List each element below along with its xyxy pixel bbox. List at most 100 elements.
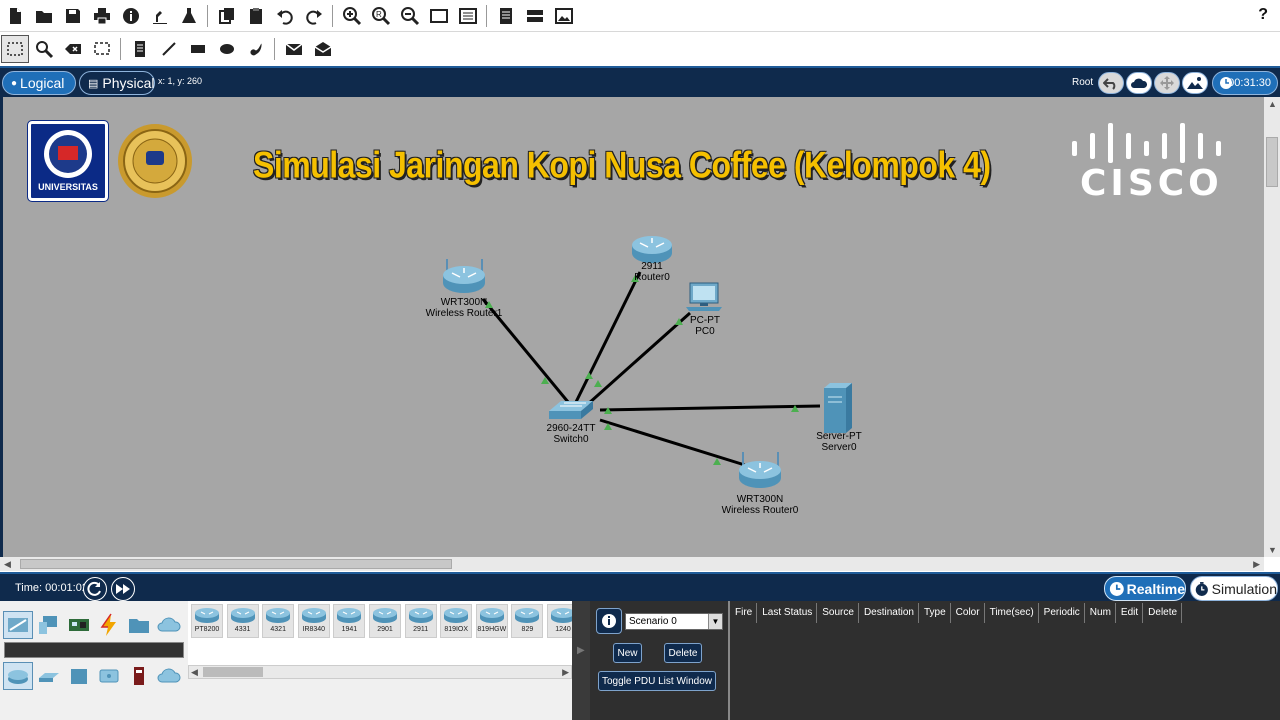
chevron-down-icon[interactable]: ▼ — [708, 614, 722, 629]
routers-subcategory[interactable] — [3, 662, 33, 690]
background-image-button[interactable] — [1182, 72, 1208, 94]
copy-icon[interactable] — [213, 2, 241, 30]
hubs-subcategory[interactable] — [64, 662, 94, 690]
scroll-left-icon[interactable]: ◀ — [191, 667, 198, 678]
device-rack-icon[interactable] — [521, 2, 549, 30]
window-icon[interactable] — [425, 2, 453, 30]
select-tool-icon[interactable] — [1, 35, 29, 63]
tab-physical[interactable]: ▤ Physical — [79, 71, 155, 95]
print-icon[interactable] — [88, 2, 116, 30]
complex-pdu-icon[interactable] — [309, 35, 337, 63]
wireless-router1-device[interactable] — [443, 259, 485, 293]
device-model-item[interactable]: 819IOX — [440, 604, 473, 638]
device-list-scrollbar[interactable]: ◀ ▶ — [188, 665, 572, 679]
scroll-left-icon[interactable]: ◀ — [4, 559, 11, 570]
network-devices-category[interactable] — [3, 611, 33, 639]
tab-logical[interactable]: ● Logical — [2, 71, 76, 95]
logical-workspace[interactable]: UNIVERSITAS Simulasi Jaringan Kopi Nusa … — [0, 97, 1264, 557]
draw-ellipse-icon[interactable] — [213, 35, 241, 63]
device-list-scroll-thumb[interactable] — [203, 667, 263, 677]
pdu-column-header[interactable]: Time(sec) — [985, 603, 1039, 623]
scenario-info-button[interactable] — [596, 608, 622, 634]
link-switch-wireless-router0[interactable] — [599, 418, 749, 468]
device-model-item[interactable]: 819HGW — [475, 604, 508, 638]
back-button[interactable] — [1098, 72, 1124, 94]
connections-category[interactable] — [94, 611, 124, 639]
end-devices-category[interactable] — [34, 611, 64, 639]
zoom-out-icon[interactable] — [396, 2, 424, 30]
scroll-down-icon[interactable]: ▼ — [1268, 545, 1277, 555]
realtime-mode-button[interactable]: Realtime — [1104, 576, 1186, 601]
link-switch-pc0[interactable] — [587, 311, 691, 406]
horizontal-scroll-thumb[interactable] — [20, 559, 452, 569]
components-category[interactable] — [64, 611, 94, 639]
server0-device[interactable] — [824, 383, 852, 433]
collapse-arrow-icon[interactable]: ▶ — [577, 645, 585, 656]
paste-icon[interactable] — [242, 2, 270, 30]
link-switch-server0[interactable] — [599, 404, 821, 412]
delete-tool-icon[interactable] — [59, 35, 87, 63]
device-model-item[interactable]: 1240 — [547, 604, 572, 638]
device-model-item[interactable]: IR8340 — [297, 604, 330, 638]
open-folder-icon[interactable] — [30, 2, 58, 30]
save-icon[interactable] — [59, 2, 87, 30]
link-switch-router0[interactable] — [574, 271, 642, 403]
device-model-item[interactable]: 829 — [511, 604, 544, 638]
scroll-up-icon[interactable]: ▲ — [1268, 99, 1277, 109]
wan-emulation-subcategory[interactable] — [154, 662, 184, 690]
pdu-column-header[interactable]: Last Status — [757, 603, 818, 623]
draw-line-icon[interactable] — [155, 35, 183, 63]
pdu-column-header[interactable]: Source — [817, 603, 859, 623]
zoom-reset-icon[interactable]: R — [367, 2, 395, 30]
device-model-item[interactable]: 1941 — [333, 604, 366, 638]
router0-device[interactable] — [632, 236, 672, 263]
scenario-select[interactable]: Scenario 0 ▼ — [625, 613, 723, 630]
switch0-device[interactable] — [549, 401, 593, 419]
info-icon[interactable] — [117, 2, 145, 30]
scroll-right-icon[interactable]: ▶ — [562, 667, 569, 678]
flask-icon[interactable] — [175, 2, 203, 30]
pdu-column-header[interactable]: Type — [919, 603, 951, 623]
pdu-column-header[interactable]: Num — [1085, 603, 1116, 623]
redo-icon[interactable] — [300, 2, 328, 30]
device-model-item[interactable]: 2911 — [404, 604, 437, 638]
place-note-icon[interactable] — [126, 35, 154, 63]
simulation-mode-button[interactable]: Simulation — [1190, 576, 1278, 601]
device-model-item[interactable]: 4331 — [226, 604, 259, 638]
pdu-column-header[interactable]: Destination — [859, 603, 919, 623]
pc0-device[interactable] — [686, 282, 722, 311]
scroll-right-icon[interactable]: ▶ — [1253, 559, 1260, 570]
new-scenario-button[interactable]: New — [613, 643, 642, 663]
security-subcategory[interactable] — [124, 662, 154, 690]
pdu-column-header[interactable]: Fire — [730, 603, 758, 623]
fast-forward-button[interactable] — [111, 577, 135, 601]
cloud-button[interactable] — [1126, 72, 1152, 94]
pdu-column-header[interactable]: Delete — [1143, 603, 1183, 623]
inspect-icon[interactable] — [30, 35, 58, 63]
draw-rectangle-icon[interactable] — [184, 35, 212, 63]
power-cycle-button[interactable] — [83, 577, 107, 601]
device-model-item[interactable]: 2901 — [369, 604, 401, 638]
multiuser-category[interactable] — [154, 611, 184, 639]
workspace-horizontal-scrollbar[interactable]: ◀ ▶ — [0, 557, 1264, 571]
wireless-router0-device[interactable] — [739, 452, 781, 488]
switches-subcategory[interactable] — [34, 662, 64, 690]
notes-icon[interactable] — [492, 2, 520, 30]
resize-shape-icon[interactable] — [88, 35, 116, 63]
pdu-column-header[interactable]: Edit — [1116, 603, 1144, 623]
freeform-icon[interactable] — [242, 35, 270, 63]
pdu-column-header[interactable]: Periodic — [1039, 603, 1085, 623]
toggle-pdu-list-button[interactable]: Toggle PDU List Window — [598, 671, 716, 691]
miscellaneous-category[interactable] — [124, 611, 154, 639]
pdu-column-header[interactable]: Color — [951, 603, 985, 623]
image-icon[interactable] — [550, 2, 578, 30]
undo-icon[interactable] — [271, 2, 299, 30]
simple-pdu-icon[interactable] — [280, 35, 308, 63]
workspace-vertical-scrollbar[interactable]: ▲ ▼ — [1264, 97, 1280, 557]
device-model-item[interactable]: PT8200 — [191, 604, 223, 638]
help-icon[interactable]: ? — [1258, 6, 1268, 24]
vertical-scroll-thumb[interactable] — [1266, 137, 1278, 187]
delete-scenario-button[interactable]: Delete — [664, 643, 702, 663]
move-button[interactable] — [1154, 72, 1180, 94]
panel-splitter[interactable]: ▶ — [572, 601, 590, 720]
